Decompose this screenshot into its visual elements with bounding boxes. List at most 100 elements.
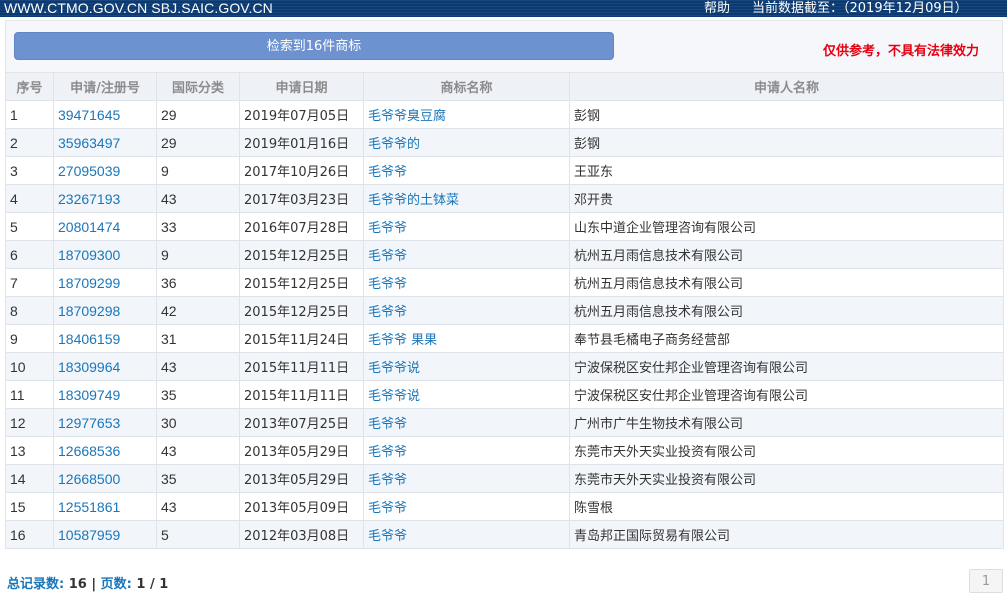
reg-number-link[interactable]: 18309749 xyxy=(53,380,157,409)
reg-number-link[interactable]: 12551861 xyxy=(53,492,157,521)
trademark-name-link[interactable]: 毛爷爷臭豆腐 xyxy=(363,100,570,129)
reg-number-link[interactable]: 23267193 xyxy=(53,184,157,213)
applicant-name: 宁波保税区安仕邦企业管理咨询有限公司 xyxy=(569,380,1004,409)
row-index: 9 xyxy=(5,324,54,353)
applicant-name: 山东中道企业管理咨询有限公司 xyxy=(569,212,1004,241)
row-index: 16 xyxy=(5,520,54,549)
row-index: 7 xyxy=(5,268,54,297)
table-row: 8 18709298 42 2015年12月25日 毛爷爷 杭州五月雨信息技术有限公司 xyxy=(5,296,1004,325)
table-row: 16 10587959 5 2012年03月08日 毛爷爷 青岛邦正国际贸易有限公司 xyxy=(5,520,1004,549)
table-row: 2 35963497 29 2019年01月16日 毛爷爷的 彭钢 xyxy=(5,128,1004,157)
apply-date: 2017年10月26日 xyxy=(239,156,364,185)
reg-number-link[interactable]: 39471645 xyxy=(53,100,157,129)
column-header-index: 序号 xyxy=(5,72,54,101)
table-row: 1 39471645 29 2019年07月05日 毛爷爷臭豆腐 彭钢 xyxy=(5,100,1004,129)
trademark-name-link[interactable]: 毛爷爷 xyxy=(363,296,570,325)
trademark-name-link[interactable]: 毛爷爷的 xyxy=(363,128,570,157)
applicant-name: 杭州五月雨信息技术有限公司 xyxy=(569,268,1004,297)
applicant-name: 广州市广牛生物技术有限公司 xyxy=(569,408,1004,437)
row-index: 5 xyxy=(5,212,54,241)
table-header-row: 序号 申请/注册号 国际分类 申请日期 商标名称 申请人名称 xyxy=(5,72,1004,101)
reg-number-link[interactable]: 10587959 xyxy=(53,520,157,549)
apply-date: 2016年07月28日 xyxy=(239,212,364,241)
intl-class: 29 xyxy=(156,100,240,129)
row-index: 1 xyxy=(5,100,54,129)
site-domain-text: WWW.CTMO.GOV.CN SBJ.SAIC.GOV.CN xyxy=(4,0,273,16)
trademark-name-link[interactable]: 毛爷爷说 xyxy=(363,352,570,381)
intl-class: 43 xyxy=(156,184,240,213)
column-header-trademark-name: 商标名称 xyxy=(363,72,570,101)
column-header-applicant: 申请人名称 xyxy=(569,72,1004,101)
trademark-name-link[interactable]: 毛爷爷 xyxy=(363,520,570,549)
row-index: 15 xyxy=(5,492,54,521)
trademark-name-link[interactable]: 毛爷爷的土钵菜 xyxy=(363,184,570,213)
intl-class: 36 xyxy=(156,268,240,297)
table-row: 4 23267193 43 2017年03月23日 毛爷爷的土钵菜 邓开贵 xyxy=(5,184,1004,213)
apply-date: 2013年07月25日 xyxy=(239,408,364,437)
applicant-name: 邓开贵 xyxy=(569,184,1004,213)
trademark-name-link[interactable]: 毛爷爷 xyxy=(363,240,570,269)
results-table-body: 1 39471645 29 2019年07月05日 毛爷爷臭豆腐 彭钢 2 35963497 2… xyxy=(5,100,1004,549)
applicant-name: 彭钢 xyxy=(569,100,1004,129)
table-row: 13 12668536 43 2013年05月29日 毛爷爷 东莞市天外天实业投资有限公司 xyxy=(5,436,1004,465)
reg-number-link[interactable]: 12977653 xyxy=(53,408,157,437)
trademark-name-link[interactable]: 毛爷爷 xyxy=(363,436,570,465)
applicant-name: 奉节县毛橘电子商务经营部 xyxy=(569,324,1004,353)
row-index: 6 xyxy=(5,240,54,269)
reg-number-link[interactable]: 18709299 xyxy=(53,268,157,297)
row-index: 2 xyxy=(5,128,54,157)
table-row: 7 18709299 36 2015年12月25日 毛爷爷 杭州五月雨信息技术有限公司 xyxy=(5,268,1004,297)
reg-number-link[interactable]: 27095039 xyxy=(53,156,157,185)
intl-class: 35 xyxy=(156,380,240,409)
trademark-name-link[interactable]: 毛爷爷 xyxy=(363,268,570,297)
reg-number-link[interactable]: 35963497 xyxy=(53,128,157,157)
apply-date: 2012年03月08日 xyxy=(239,520,364,549)
pages-label: 页数: xyxy=(100,577,132,592)
row-index: 14 xyxy=(5,464,54,493)
table-row: 6 18709300 9 2015年12月25日 毛爷爷 杭州五月雨信息技术有限公司 xyxy=(5,240,1004,269)
intl-class: 33 xyxy=(156,212,240,241)
table-row: 15 12551861 43 2013年05月09日 毛爷爷 陈雪根 xyxy=(5,492,1004,521)
applicant-name: 杭州五月雨信息技术有限公司 xyxy=(569,240,1004,269)
intl-class: 42 xyxy=(156,296,240,325)
intl-class: 9 xyxy=(156,240,240,269)
column-header-intl-class: 国际分类 xyxy=(156,72,240,101)
row-index: 3 xyxy=(5,156,54,185)
trademark-name-link[interactable]: 毛爷爷 xyxy=(363,212,570,241)
trademark-name-link[interactable]: 毛爷爷 xyxy=(363,464,570,493)
result-count-button[interactable]: 检索到16件商标 xyxy=(14,32,614,60)
apply-date: 2015年12月25日 xyxy=(239,268,364,297)
trademark-name-link[interactable]: 毛爷爷 xyxy=(363,408,570,437)
row-index: 12 xyxy=(5,408,54,437)
total-records-label: 总记录数: xyxy=(7,577,65,592)
table-row: 5 20801474 33 2016年07月28日 毛爷爷 山东中道企业管理咨询有限公司 xyxy=(5,212,1004,241)
applicant-name: 东莞市天外天实业投资有限公司 xyxy=(569,464,1004,493)
reg-number-link[interactable]: 18406159 xyxy=(53,324,157,353)
apply-date: 2015年11月11日 xyxy=(239,380,364,409)
applicant-name: 王亚东 xyxy=(569,156,1004,185)
row-index: 4 xyxy=(5,184,54,213)
row-index: 10 xyxy=(5,352,54,381)
reg-number-link[interactable]: 20801474 xyxy=(53,212,157,241)
trademark-name-link[interactable]: 毛爷爷 果果 xyxy=(363,324,570,353)
reg-number-link[interactable]: 18709300 xyxy=(53,240,157,269)
trademark-name-link[interactable]: 毛爷爷 xyxy=(363,156,570,185)
trademark-name-link[interactable]: 毛爷爷说 xyxy=(363,380,570,409)
reg-number-link[interactable]: 12668536 xyxy=(53,436,157,465)
column-header-apply-date: 申请日期 xyxy=(239,72,364,101)
reg-number-link[interactable]: 12668500 xyxy=(53,464,157,493)
applicant-name: 杭州五月雨信息技术有限公司 xyxy=(569,296,1004,325)
applicant-name: 宁波保税区安仕邦企业管理咨询有限公司 xyxy=(569,352,1004,381)
apply-date: 2019年01月16日 xyxy=(239,128,364,157)
apply-date: 2015年11月24日 xyxy=(239,324,364,353)
applicant-name: 彭钢 xyxy=(569,128,1004,157)
trademark-name-link[interactable]: 毛爷爷 xyxy=(363,492,570,521)
page-button[interactable]: 1 xyxy=(969,569,1003,593)
reg-number-link[interactable]: 18709298 xyxy=(53,296,157,325)
help-link[interactable]: 帮助 xyxy=(704,0,730,17)
intl-class: 29 xyxy=(156,128,240,157)
intl-class: 31 xyxy=(156,324,240,353)
reg-number-link[interactable]: 18309964 xyxy=(53,352,157,381)
table-row: 10 18309964 43 2015年11月11日 毛爷爷说 宁波保税区安仕邦企业管理咨… xyxy=(5,352,1004,381)
table-row: 3 27095039 9 2017年10月26日 毛爷爷 王亚东 xyxy=(5,156,1004,185)
